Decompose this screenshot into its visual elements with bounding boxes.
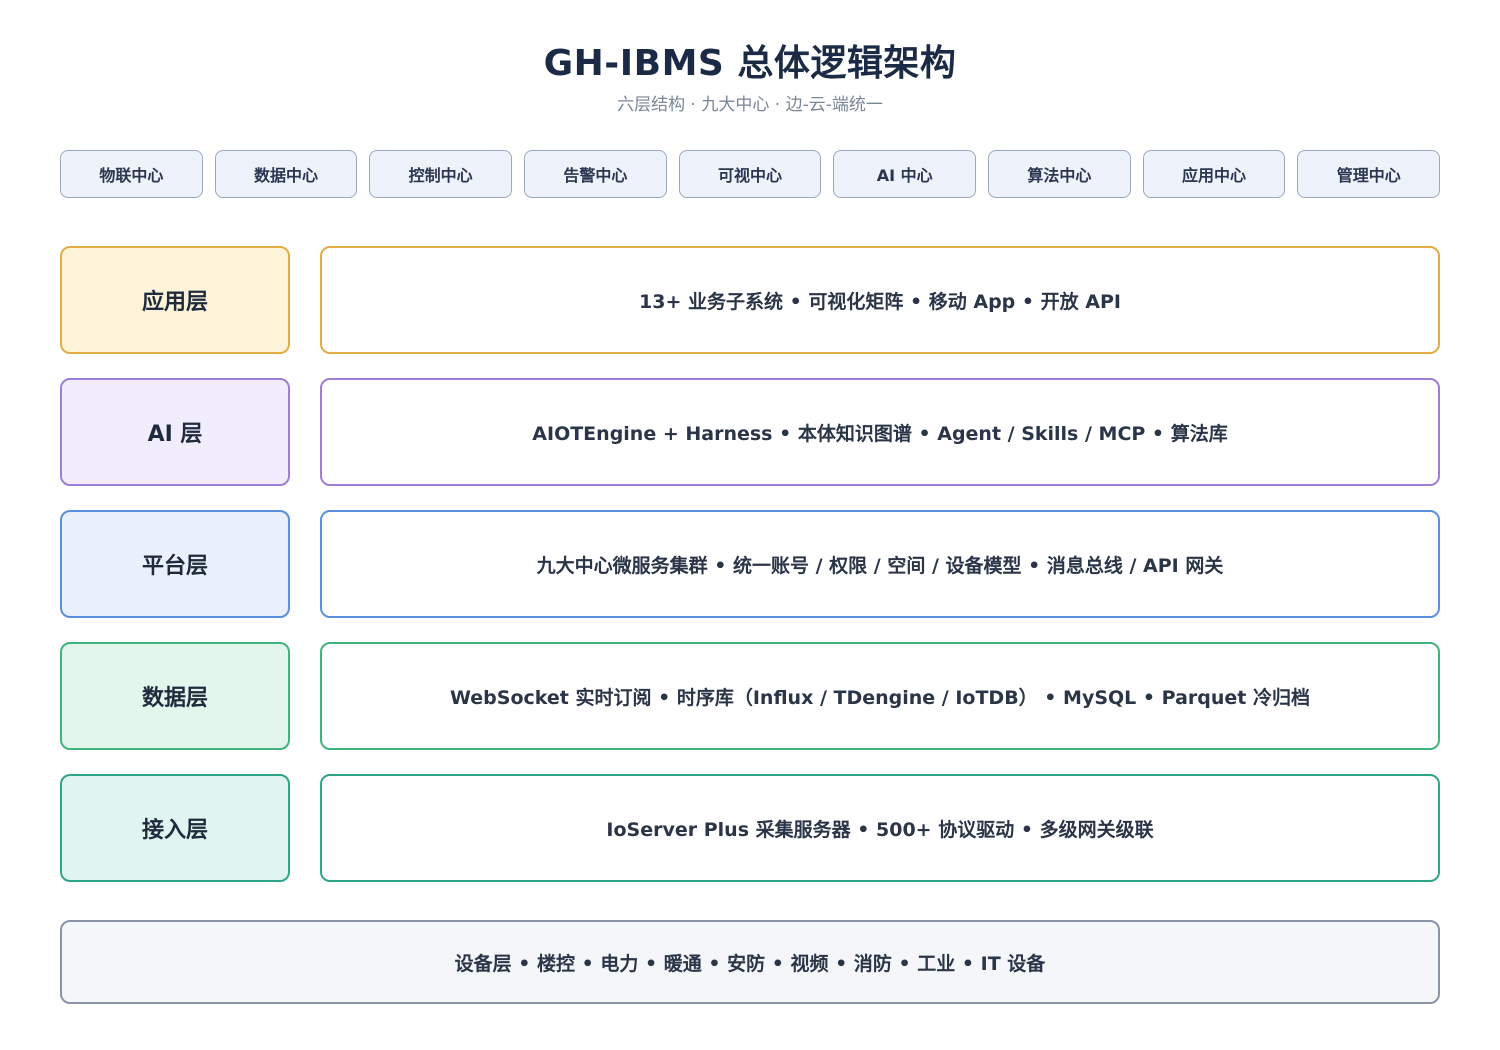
layer-row-platform: 平台层 九大中心微服务集群 • 统一账号 / 权限 / 空间 / 设备模型 • …: [60, 510, 1440, 618]
layer-content-platform: 九大中心微服务集群 • 统一账号 / 权限 / 空间 / 设备模型 • 消息总线…: [320, 510, 1440, 618]
device-layer-bar: 设备层 • 楼控 • 电力 • 暖通 • 安防 • 视频 • 消防 • 工业 •…: [60, 920, 1440, 1004]
layer-label-data: 数据层: [60, 642, 290, 750]
center-chip-application: 应用中心: [1142, 150, 1286, 198]
diagram-subtitle: 六层结构 · 九大中心 · 边-云-端统一: [617, 95, 883, 115]
layer-row-ai: AI 层 AIOTEngine + Harness • 本体知识图谱 • Age…: [60, 378, 1440, 486]
center-chip-control: 控制中心: [369, 150, 513, 198]
layer-label-access: 接入层: [60, 774, 290, 882]
center-chip-visual: 可视中心: [678, 150, 822, 198]
layer-row-application: 应用层 13+ 业务子系统 • 可视化矩阵 • 移动 App • 开放 API: [60, 246, 1440, 354]
center-chip-iot: 物联中心: [60, 150, 203, 198]
center-chip-data: 数据中心: [214, 150, 358, 198]
center-chip-alarm: 告警中心: [524, 150, 667, 198]
layer-label-platform: 平台层: [60, 510, 290, 618]
layer-content-access: IoServer Plus 采集服务器 • 500+ 协议驱动 • 多级网关级联: [320, 774, 1440, 882]
layer-content-ai: AIOTEngine + Harness • 本体知识图谱 • Agent / …: [320, 378, 1440, 486]
layer-label-ai: AI 层: [60, 378, 290, 486]
centers-bar: 物联中心 数据中心 控制中心 告警中心 可视中心 AI 中心 算法中心 应用中心…: [60, 150, 1441, 200]
center-chip-ai: AI 中心: [833, 150, 977, 198]
layer-label-application: 应用层: [60, 246, 290, 354]
center-chip-management: 管理中心: [1297, 150, 1441, 198]
diagram-title: GH-IBMS 总体逻辑架构: [543, 43, 957, 84]
center-chip-algorithm: 算法中心: [988, 150, 1131, 198]
layer-content-data: WebSocket 实时订阅 • 时序库（Influx / TDengine /…: [320, 642, 1440, 750]
layer-content-application: 13+ 业务子系统 • 可视化矩阵 • 移动 App • 开放 API: [320, 246, 1440, 354]
layer-row-access: 接入层 IoServer Plus 采集服务器 • 500+ 协议驱动 • 多级…: [60, 774, 1440, 882]
layer-row-data: 数据层 WebSocket 实时订阅 • 时序库（Influx / TDengi…: [60, 642, 1440, 750]
